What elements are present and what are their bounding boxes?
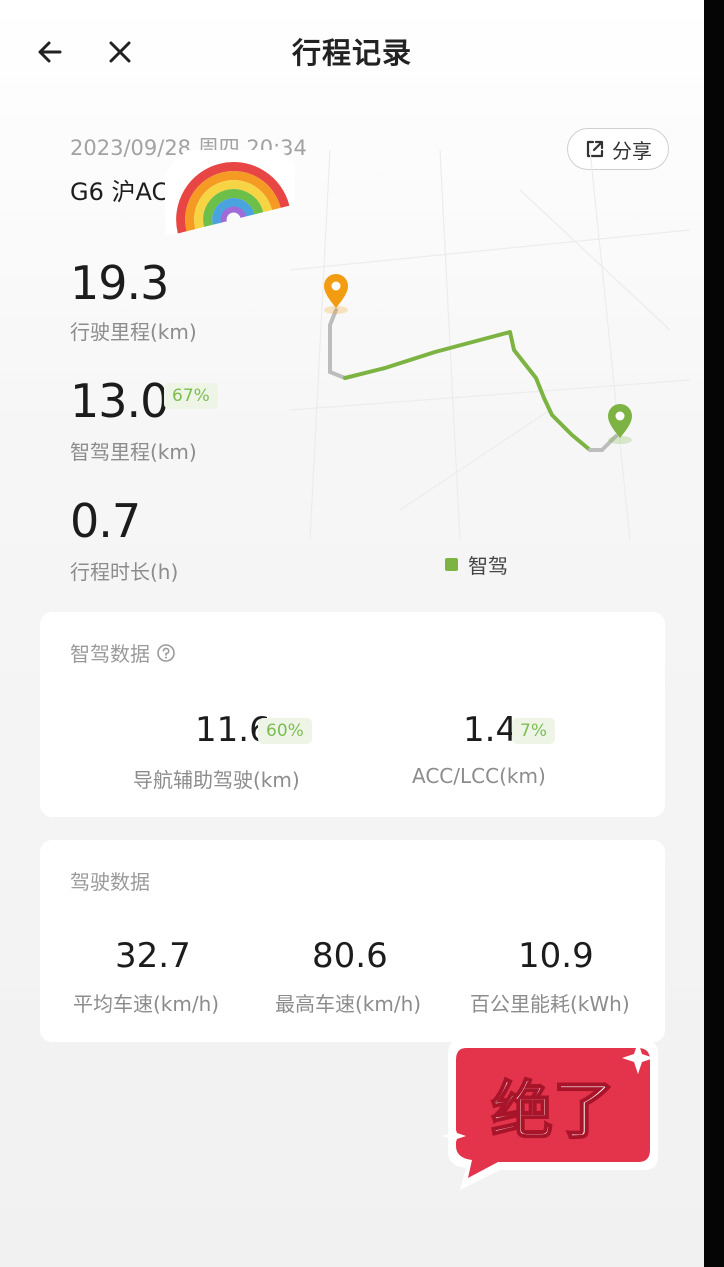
avg-speed-label: 平均车速(km/h) bbox=[73, 992, 220, 1016]
avg-speed-value: 32.7 bbox=[115, 936, 191, 976]
map-roads bbox=[290, 150, 690, 540]
smart-driving-card: 智驾数据 11.6 60% 导航辅助驾驶(km) 1.4 7% ACC/LCC(… bbox=[40, 612, 665, 817]
smart-card-title-text: 智驾数据 bbox=[70, 642, 150, 666]
duration-value: 0.7 bbox=[70, 494, 141, 548]
driving-data-card: 驾驶数据 32.7 平均车速(km/h) 80.6 最高车速(km/h) 10.… bbox=[40, 840, 665, 1042]
smart-percent-badge: 67% bbox=[164, 383, 218, 409]
acc-percent: 7% bbox=[512, 718, 555, 744]
nav-assist-label: 导航辅助驾驶(km) bbox=[133, 768, 300, 792]
legend-swatch-smart bbox=[445, 558, 458, 571]
smart-distance-value: 13.0 bbox=[70, 374, 169, 428]
smart-distance-label: 智驾里程(km) bbox=[70, 440, 197, 464]
distance-value: 19.3 bbox=[70, 256, 169, 310]
trip-route: G6 沪AC bbox=[70, 178, 169, 206]
wow-sticker-text: 绝了 bbox=[491, 1074, 615, 1147]
drive-card-title: 驾驶数据 bbox=[70, 870, 150, 894]
smart-card-title: 智驾数据 bbox=[70, 638, 176, 667]
map-legend: 智驾 bbox=[445, 550, 508, 579]
acc-label: ACC/LCC(km) bbox=[412, 764, 546, 788]
route-manual-start bbox=[328, 308, 347, 380]
top-bar: 行程记录 bbox=[0, 0, 704, 100]
nav-assist-percent: 60% bbox=[258, 718, 312, 744]
max-speed-label: 最高车速(km/h) bbox=[275, 992, 422, 1016]
route-smart-segment bbox=[343, 330, 592, 452]
rainbow-sticker bbox=[165, 150, 295, 235]
duration-label: 行程时长(h) bbox=[70, 560, 179, 584]
start-pin-icon bbox=[324, 274, 348, 314]
end-pin-icon bbox=[608, 404, 632, 444]
page-title: 行程记录 bbox=[291, 36, 412, 70]
max-speed-value: 80.6 bbox=[312, 936, 388, 976]
acc-value: 1.4 bbox=[463, 710, 518, 750]
legend-label: 智驾 bbox=[468, 554, 508, 578]
trip-record-screen: 行程记录 2023/09/28 周四 20:34 G6 沪AC 分享 19.3 … bbox=[0, 0, 704, 1267]
energy-value: 10.9 bbox=[518, 936, 594, 976]
help-icon[interactable] bbox=[156, 643, 176, 663]
wow-sticker: 绝了 bbox=[442, 1040, 658, 1190]
energy-label: 百公里能耗(kWh) bbox=[470, 992, 630, 1016]
distance-label: 行驶里程(km) bbox=[70, 320, 197, 344]
route-map[interactable] bbox=[290, 150, 690, 540]
